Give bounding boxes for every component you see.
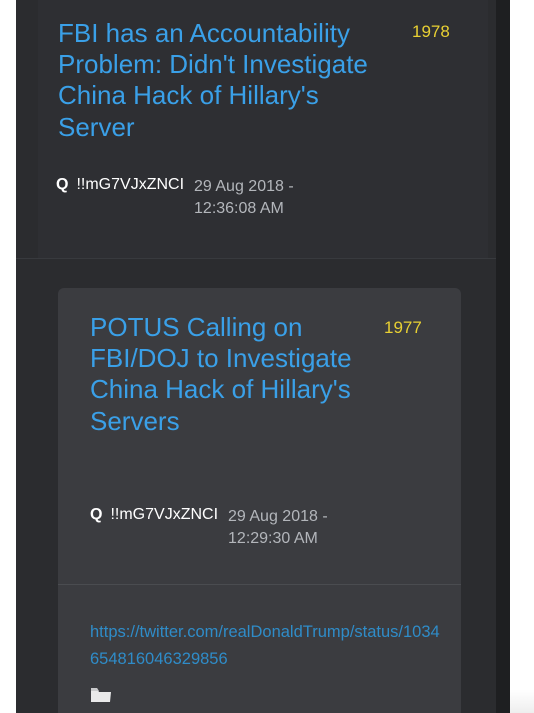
tripcode: !!mG7VJxZNCI bbox=[110, 506, 219, 523]
folder-icon[interactable] bbox=[90, 684, 112, 704]
post-title-1977[interactable]: POTUS Calling on FBI/DOJ to Investigate … bbox=[90, 312, 370, 437]
post-date: 29 Aug 2018 - bbox=[228, 508, 328, 525]
scrollbar-track[interactable] bbox=[496, 0, 510, 713]
post-timestamp: 29 Aug 2018 - 12:36:08 AM bbox=[194, 176, 294, 220]
left-margin bbox=[0, 0, 16, 713]
post-divider bbox=[16, 258, 496, 259]
author-label: Q bbox=[56, 176, 69, 193]
post-time: 12:29:30 AM bbox=[228, 530, 318, 547]
post-meta-1977: Q !!mG7VJxZNCI 29 Aug 2018 - 12:29:30 AM bbox=[90, 506, 328, 550]
post-number-1978: 1978 bbox=[412, 22, 450, 41]
page-edge bbox=[510, 690, 534, 713]
post-title-1978[interactable]: FBI has an Accountability Problem: Didn'… bbox=[58, 18, 398, 143]
tweet-link[interactable]: https://twitter.com/realDonaldTrump/stat… bbox=[90, 619, 442, 673]
post-meta-1978: Q !!mG7VJxZNCI 29 Aug 2018 - 12:36:08 AM bbox=[56, 176, 294, 220]
card-divider bbox=[58, 584, 461, 585]
page: FBI has an Accountability Problem: Didn'… bbox=[0, 0, 534, 713]
tripcode: !!mG7VJxZNCI bbox=[76, 176, 185, 193]
author-label: Q bbox=[90, 506, 103, 523]
post-time: 12:36:08 AM bbox=[194, 200, 284, 217]
post-number-1977: 1977 bbox=[384, 318, 422, 337]
post-date: 29 Aug 2018 - bbox=[194, 178, 294, 195]
post-timestamp: 29 Aug 2018 - 12:29:30 AM bbox=[228, 506, 328, 550]
